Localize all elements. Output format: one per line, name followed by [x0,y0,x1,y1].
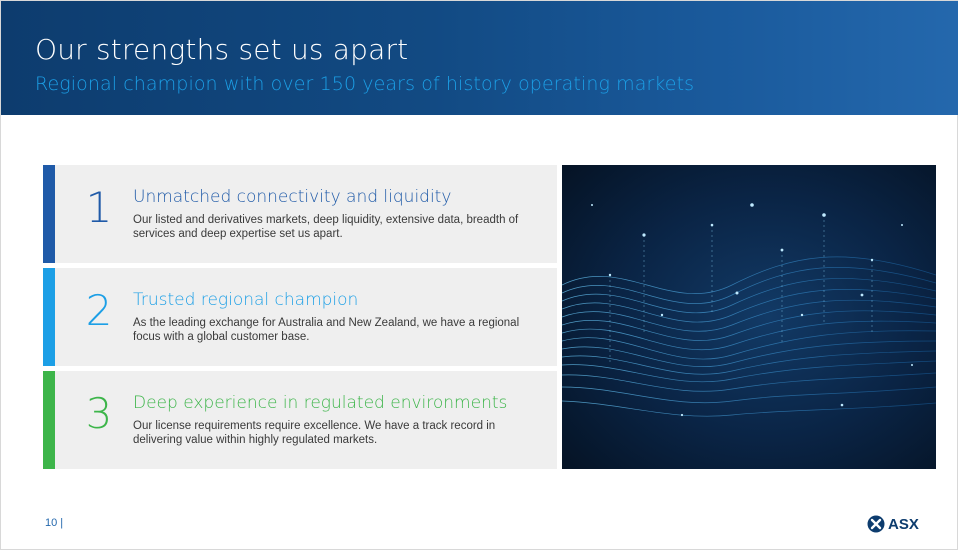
card-title: Trusted regional champion [133,290,359,310]
strength-card-1: 1 Unmatched connectivity and liquidity O… [43,165,557,263]
card-title: Unmatched connectivity and liquidity [133,187,452,207]
asx-logo: ASX [867,513,937,535]
card-number: 1 [85,183,113,232]
card-accent-bar [43,371,55,469]
card-accent-bar [43,165,55,263]
card-body: Our listed and derivatives markets, deep… [133,214,519,240]
slide-subtitle: Regional champion with over 150 years of… [35,73,695,95]
card-number: 2 [85,286,113,335]
slide-header: Our strengths set us apart Regional cham… [1,1,958,115]
slide: Our strengths set us apart Regional cham… [0,0,958,550]
logo-text: ASX [888,515,919,533]
page-number: 10 | [45,517,64,529]
network-wave-image [562,165,936,469]
slide-title: Our strengths set us apart [35,33,409,66]
strength-card-2: 2 Trusted regional champion As the leadi… [43,268,557,366]
card-number: 3 [85,389,113,438]
strength-card-3: 3 Deep experience in regulated environme… [43,371,557,469]
card-accent-bar [43,268,55,366]
card-title: Deep experience in regulated environment… [133,393,508,413]
card-body: Our license requirements require excelle… [133,420,496,446]
card-body: As the leading exchange for Australia an… [133,317,520,343]
asx-logo-icon [867,515,885,533]
